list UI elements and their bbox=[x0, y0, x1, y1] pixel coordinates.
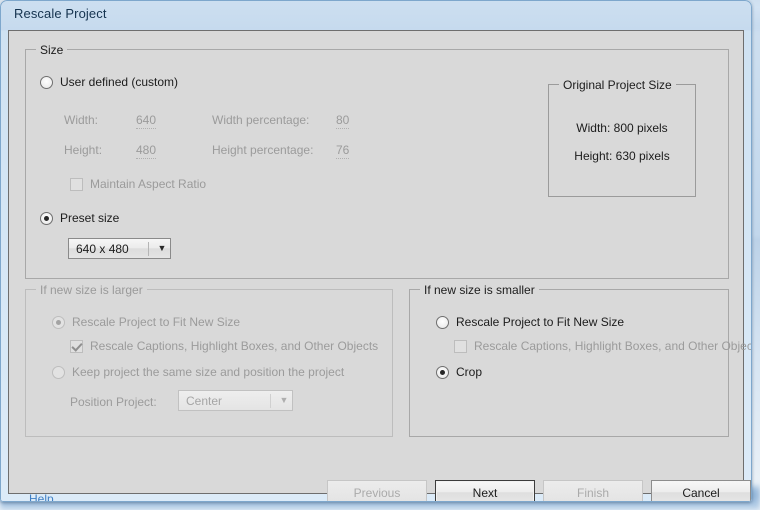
radio-smaller-rescale-to-fit[interactable]: Rescale Project to Fit New Size bbox=[436, 315, 624, 329]
cancel-button[interactable]: Cancel bbox=[651, 480, 751, 502]
preset-size-dropdown[interactable]: 640 x 480 ▼ bbox=[68, 238, 171, 259]
size-group-legend: Size bbox=[36, 43, 68, 57]
checkbox-smaller-rescale-objects-indicator bbox=[454, 339, 467, 353]
radio-smaller-crop-label: Crop bbox=[456, 365, 483, 379]
radio-smaller-crop[interactable]: Crop bbox=[436, 365, 482, 379]
finish-button[interactable]: Finish bbox=[543, 480, 643, 502]
if-larger-legend: If new size is larger bbox=[36, 283, 147, 297]
position-project-dropdown-value: Center bbox=[186, 393, 223, 408]
radio-larger-rescale-to-fit-indicator bbox=[52, 315, 65, 329]
dialog-client-area: Size User defined (custom) Width: 640 Wi… bbox=[8, 30, 752, 502]
help-link[interactable]: Help... bbox=[29, 492, 64, 502]
radio-larger-rescale-to-fit[interactable]: Rescale Project to Fit New Size bbox=[52, 315, 240, 329]
original-project-size-legend: Original Project Size bbox=[559, 78, 676, 92]
radio-larger-keep-same-size-indicator bbox=[52, 365, 65, 379]
checkbox-smaller-rescale-objects[interactable]: Rescale Captions, Highlight Boxes, and O… bbox=[454, 339, 752, 353]
checkbox-maintain-aspect-ratio[interactable]: Maintain Aspect Ratio bbox=[70, 177, 206, 191]
rescale-project-dialog: Rescale Project Size User defined (custo… bbox=[0, 0, 752, 502]
radio-larger-rescale-to-fit-label: Rescale Project to Fit New Size bbox=[72, 315, 241, 329]
radio-larger-keep-same-size[interactable]: Keep project the same size and position … bbox=[52, 365, 344, 379]
radio-smaller-crop-indicator bbox=[436, 365, 449, 379]
chevron-down-icon: ▼ bbox=[157, 243, 167, 253]
radio-user-defined-label: User defined (custom) bbox=[60, 75, 179, 89]
position-project-label: Position Project: bbox=[70, 395, 157, 409]
title-bar[interactable]: Rescale Project bbox=[0, 0, 752, 30]
checkbox-larger-rescale-objects[interactable]: Rescale Captions, Highlight Boxes, and O… bbox=[70, 339, 378, 353]
height-value[interactable]: 480 bbox=[136, 143, 157, 159]
original-project-size-group: Original Project Size Width: 800 pixels … bbox=[548, 78, 696, 197]
if-smaller-legend: If new size is smaller bbox=[420, 283, 539, 297]
radio-preset-size-label: Preset size bbox=[60, 211, 120, 225]
checkbox-larger-rescale-objects-label: Rescale Captions, Highlight Boxes, and O… bbox=[90, 339, 379, 353]
if-new-size-is-smaller-group: If new size is smaller Rescale Project t… bbox=[409, 283, 752, 437]
window-title: Rescale Project bbox=[14, 6, 107, 21]
width-value[interactable]: 640 bbox=[136, 113, 157, 129]
position-project-dropdown[interactable]: Center ▼ bbox=[178, 390, 293, 411]
checkbox-maintain-aspect-ratio-indicator bbox=[70, 177, 83, 191]
checkbox-smaller-rescale-objects-label: Rescale Captions, Highlight Boxes, and O… bbox=[474, 339, 752, 353]
radio-preset-size[interactable]: Preset size bbox=[40, 211, 119, 225]
radio-preset-size-indicator bbox=[40, 211, 53, 225]
dropdown-divider bbox=[270, 393, 271, 408]
width-label: Width: bbox=[64, 113, 99, 127]
original-width-text: Width: 800 pixels bbox=[576, 121, 668, 135]
previous-button[interactable]: Previous bbox=[327, 480, 427, 502]
chevron-down-icon: ▼ bbox=[279, 395, 289, 405]
height-percentage-label: Height percentage: bbox=[212, 143, 314, 157]
dropdown-divider bbox=[148, 241, 149, 256]
height-label: Height: bbox=[64, 143, 103, 157]
checkbox-larger-rescale-objects-indicator bbox=[70, 339, 83, 353]
if-new-size-is-larger-group: If new size is larger Rescale Project to… bbox=[25, 283, 393, 437]
original-height-text: Height: 630 pixels bbox=[574, 149, 670, 163]
preset-size-dropdown-value: 640 x 480 bbox=[76, 241, 129, 256]
height-percentage-value[interactable]: 76 bbox=[336, 143, 350, 159]
radio-smaller-rescale-to-fit-indicator bbox=[436, 315, 449, 329]
radio-user-defined-indicator bbox=[40, 75, 53, 89]
radio-larger-keep-same-size-label: Keep project the same size and position … bbox=[72, 365, 345, 379]
width-percentage-value[interactable]: 80 bbox=[336, 113, 350, 129]
next-button[interactable]: Next bbox=[435, 480, 535, 502]
size-group: Size User defined (custom) Width: 640 Wi… bbox=[25, 43, 729, 279]
width-percentage-label: Width percentage: bbox=[212, 113, 310, 127]
checkbox-maintain-aspect-ratio-label: Maintain Aspect Ratio bbox=[90, 177, 207, 191]
radio-smaller-rescale-to-fit-label: Rescale Project to Fit New Size bbox=[456, 315, 625, 329]
radio-user-defined[interactable]: User defined (custom) bbox=[40, 75, 178, 89]
